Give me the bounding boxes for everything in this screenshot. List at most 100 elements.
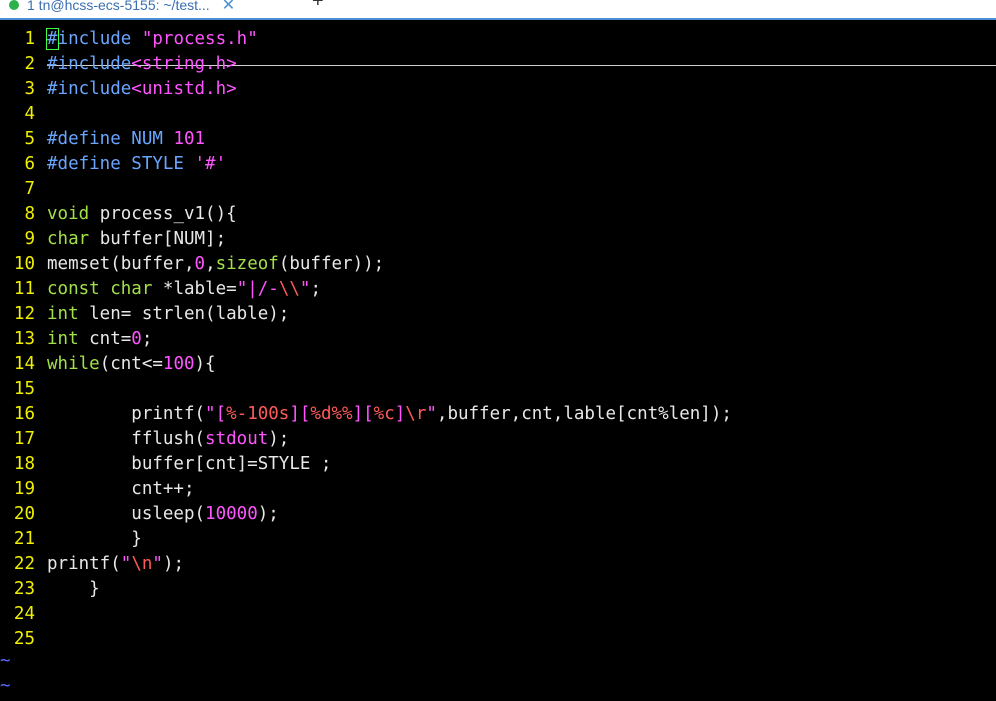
code-text[interactable]: usleep(10000); — [47, 502, 279, 527]
code-token: buffer[cnt]=STYLE ; — [47, 454, 332, 474]
line-number: 9 — [24, 229, 35, 249]
code-text[interactable]: #define NUM 101 — [47, 127, 205, 152]
code-line[interactable]: 9 char buffer[NUM]; — [0, 227, 226, 252]
code-line[interactable]: 4 — [0, 102, 35, 127]
code-line[interactable]: 12 int len= strlen(lable); — [0, 302, 289, 327]
code-line[interactable]: 15 — [0, 377, 35, 402]
code-line[interactable]: 10 memset(buffer,0,sizeof(buffer)); — [0, 252, 384, 277]
code-text[interactable]: void process_v1(){ — [47, 202, 237, 227]
line-number: 22 — [13, 554, 35, 574]
code-line[interactable]: 13 int cnt=0; — [0, 327, 152, 352]
line-number: 10 — [13, 254, 35, 274]
code-token: '#' — [194, 154, 227, 174]
code-text[interactable]: char buffer[NUM]; — [47, 227, 226, 252]
code-token: process_v1(){ — [89, 204, 237, 224]
code-text[interactable]: int cnt=0; — [47, 327, 152, 352]
code-line[interactable]: 5 #define NUM 101 — [0, 127, 205, 152]
code-line[interactable]: 16 printf("[%-100s][%d%%][%c]\r",buffer,… — [0, 402, 732, 427]
connection-status-icon — [9, 0, 19, 10]
code-token: ); — [162, 554, 185, 574]
code-line[interactable]: 2 #include<string.h> — [0, 52, 236, 77]
code-line[interactable]: 11 const char *lable="|/-\\"; — [0, 277, 321, 302]
code-text[interactable]: #include<unistd.h> — [47, 77, 237, 102]
code-token: const — [47, 279, 100, 299]
code-line[interactable]: 7 — [0, 177, 35, 202]
empty-line-tilde: ~ — [0, 651, 11, 671]
code-token: #define NUM — [47, 129, 174, 149]
code-token: 100 — [162, 354, 195, 374]
code-line[interactable]: 14 while(cnt<=100){ — [0, 352, 216, 377]
code-token: 101 — [173, 129, 206, 149]
code-line[interactable]: 22 printf("\n"); — [0, 552, 184, 577]
code-line[interactable]: 8 void process_v1(){ — [0, 202, 236, 227]
vim-editor[interactable]: 1 #include "process.h" 2 #include<string.h>… — [0, 20, 996, 701]
code-token: sizeof — [215, 254, 279, 274]
code-token: %-100s — [226, 404, 290, 424]
code-text[interactable]: cnt++; — [47, 477, 194, 502]
code-token: usleep( — [47, 504, 206, 524]
code-token: 0 — [194, 254, 206, 274]
code-token: ; — [141, 329, 153, 349]
code-token: (buffer)); — [278, 254, 385, 274]
code-text[interactable]: memset(buffer,0,sizeof(buffer)); — [47, 252, 384, 277]
line-number: 23 — [13, 579, 35, 599]
code-text[interactable]: buffer[cnt]=STYLE ; — [47, 452, 331, 477]
code-line[interactable]: 20 usleep(10000); — [0, 502, 279, 527]
code-line[interactable]: 23 } — [0, 577, 100, 602]
code-line[interactable]: 17 fflush(stdout); — [0, 427, 289, 452]
line-number: 12 — [13, 304, 35, 324]
code-text[interactable]: } — [47, 577, 100, 602]
code-token: printf( — [47, 554, 121, 574]
code-token: int — [47, 329, 79, 349]
code-text[interactable]: #include<string.h> — [47, 52, 237, 77]
code-text[interactable]: fflush(stdout); — [47, 427, 289, 452]
code-line[interactable]: 6 #define STYLE '#' — [0, 152, 226, 177]
code-token: 10000 — [205, 504, 258, 524]
line-number: 15 — [13, 379, 35, 399]
code-token: " — [120, 554, 132, 574]
code-token: \\ — [278, 279, 300, 299]
code-token: %d%% — [310, 404, 353, 424]
code-token: while — [47, 354, 100, 374]
line-number: 13 — [13, 329, 35, 349]
code-text[interactable]: int len= strlen(lable); — [47, 302, 289, 327]
code-token: len= strlen(lable); — [78, 304, 290, 324]
code-text[interactable]: #define STYLE '#' — [47, 152, 226, 177]
code-text[interactable]: while(cnt<=100){ — [47, 352, 216, 377]
text-cursor: # — [46, 28, 59, 50]
line-number: 6 — [24, 154, 35, 174]
line-number: 17 — [13, 429, 35, 449]
tab-bar: 1 tn@hcss-ecs-5155: ~/test... ✕ + — [0, 0, 996, 20]
code-token: %c — [373, 404, 395, 424]
code-line[interactable]: 24 — [0, 602, 35, 627]
code-text[interactable]: } — [47, 527, 142, 552]
code-text[interactable]: #include "process.h" — [46, 27, 258, 52]
line-number: 5 — [24, 129, 35, 149]
line-number: 4 — [24, 104, 35, 124]
code-token: <string.h> — [131, 54, 237, 74]
code-text[interactable]: const char *lable="|/-\\"; — [47, 277, 321, 302]
code-token: "process.h" — [141, 29, 258, 49]
code-text[interactable]: printf("[%-100s][%d%%][%c]\r",buffer,cnt… — [47, 402, 732, 427]
code-token: #include — [47, 54, 132, 74]
line-number: 1 — [24, 29, 35, 49]
new-tab-button[interactable]: + — [312, 0, 324, 13]
code-line[interactable]: 21 } — [0, 527, 142, 552]
code-token: } — [47, 579, 100, 599]
empty-line-tilde: ~ — [0, 676, 11, 696]
code-line[interactable]: 19 cnt++; — [0, 477, 195, 502]
code-token: ][ — [352, 404, 374, 424]
code-text[interactable]: printf("\n"); — [47, 552, 184, 577]
close-icon[interactable]: ✕ — [222, 0, 235, 15]
code-line[interactable]: 18 buffer[cnt]=STYLE ; — [0, 452, 332, 477]
code-token: include — [57, 29, 142, 49]
line-number: 19 — [13, 479, 35, 499]
code-token: ,buffer,cnt,lable[cnt%len]); — [436, 404, 732, 424]
terminal-tab[interactable]: 1 tn@hcss-ecs-5155: ~/test... ✕ — [0, 0, 298, 18]
code-token: char — [47, 229, 90, 249]
code-token: \n — [131, 554, 153, 574]
code-line[interactable]: 1 #include "process.h" — [0, 27, 258, 52]
code-line[interactable]: 3 #include<unistd.h> — [0, 77, 236, 102]
line-number: 3 — [24, 79, 35, 99]
line-number: 11 — [13, 279, 35, 299]
